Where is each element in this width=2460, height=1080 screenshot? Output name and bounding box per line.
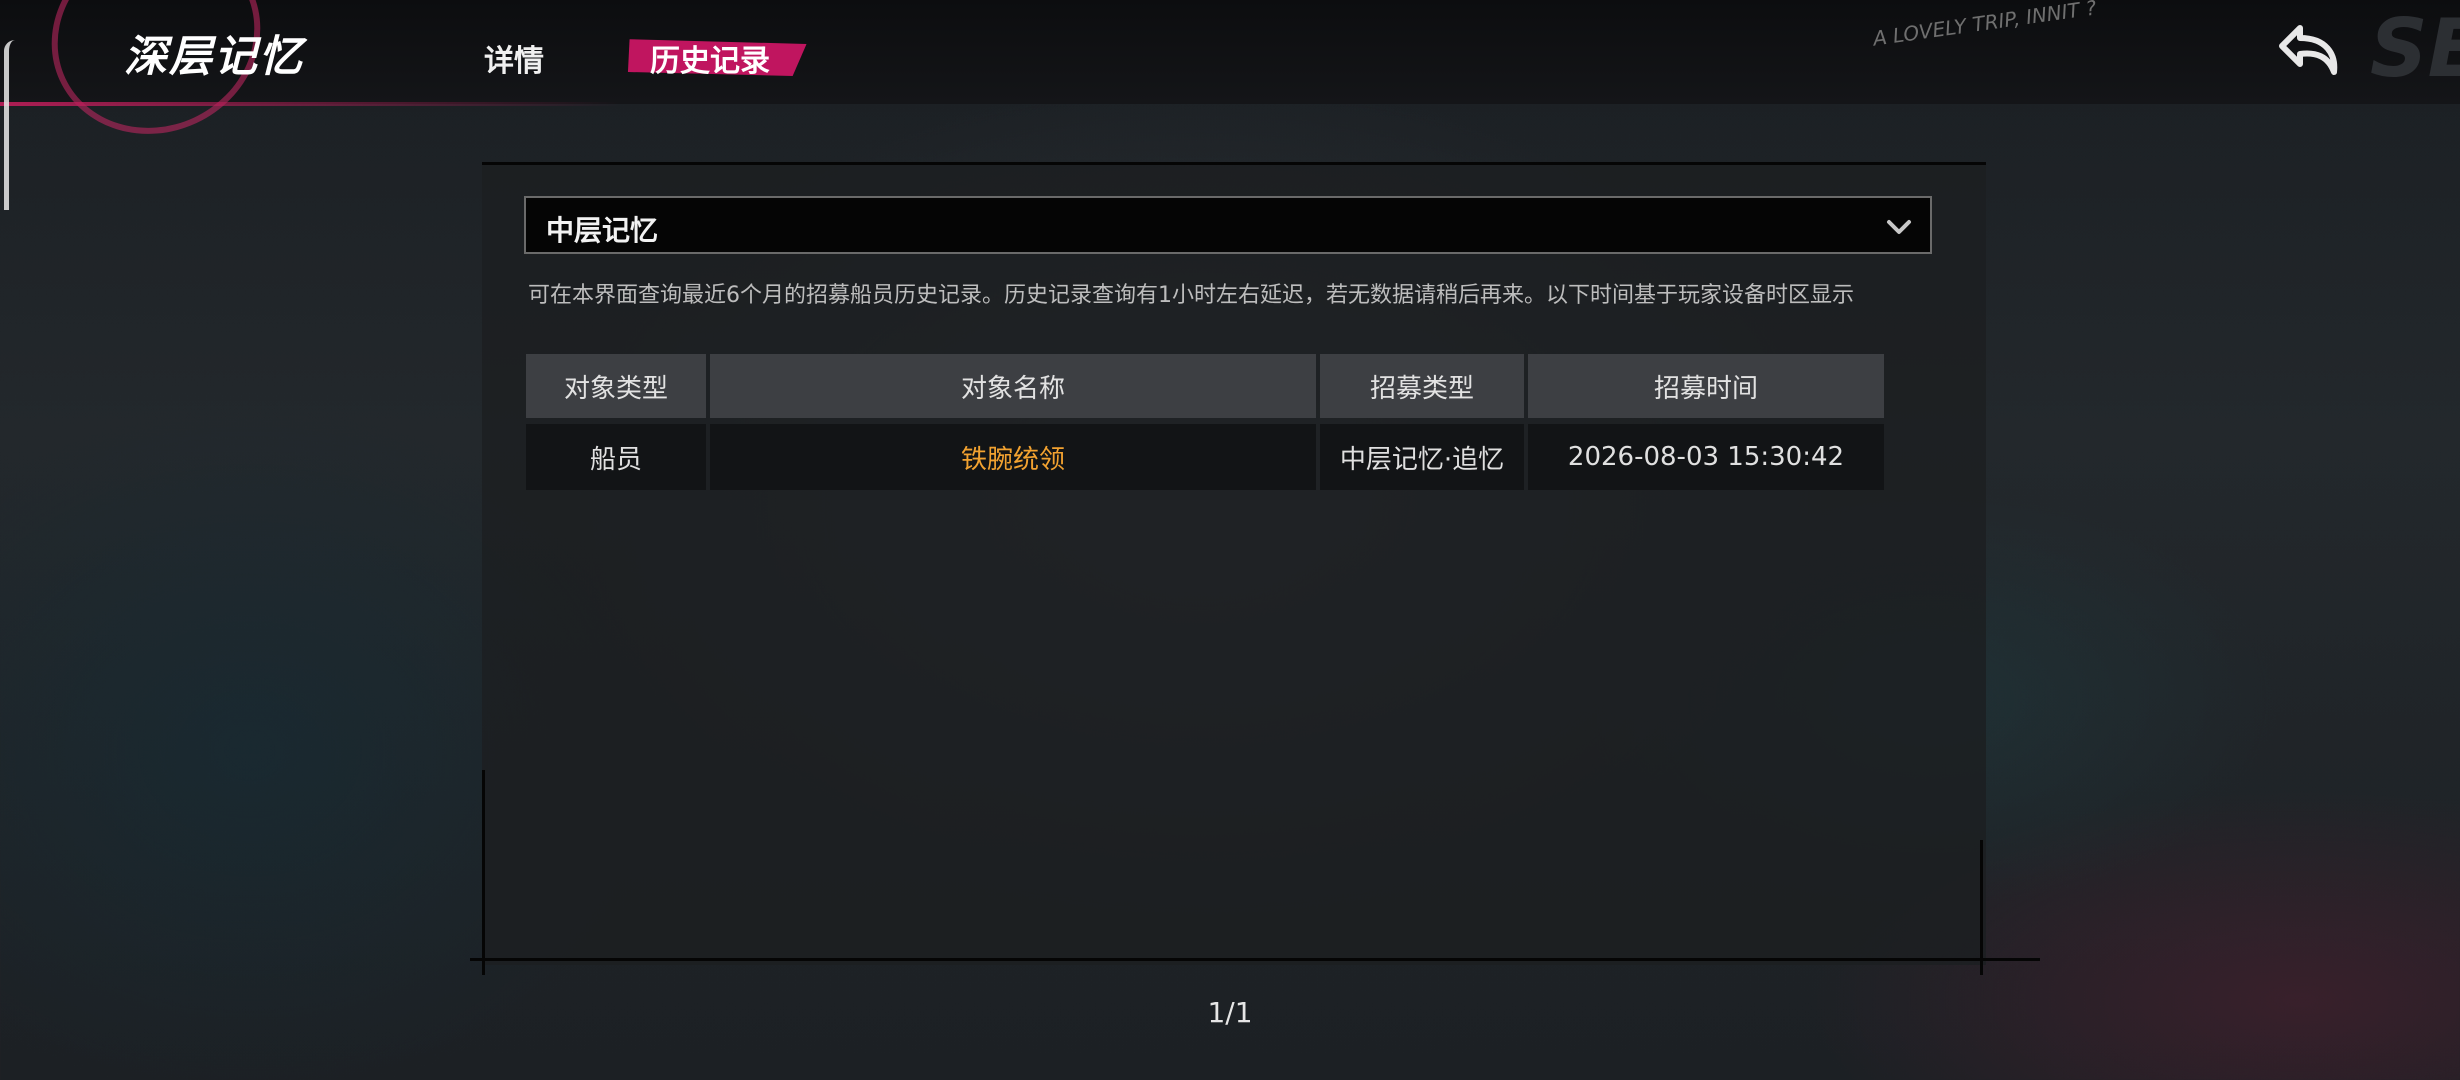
back-arrow-icon: [2279, 25, 2338, 75]
decorative-left-bar: [4, 40, 15, 210]
cell-recruit-time: 2026-08-03 15:30:42: [1528, 424, 1884, 490]
page-indicator: 1/1: [1207, 996, 1253, 1029]
panel-right-border: [1980, 840, 1983, 975]
cell-object-type: 船员: [526, 424, 706, 490]
back-button[interactable]: [2276, 22, 2346, 82]
table-row: 船员 铁腕统领 中层记忆·追忆 2026-08-03 15:30:42: [526, 424, 1936, 490]
select-value: 中层记忆: [546, 214, 659, 247]
table-header: 对象类型 对象名称 招募类型 招募时间: [526, 354, 1936, 418]
chevron-down-icon: [1887, 220, 1911, 234]
decorative-letters: SE: [2370, 2, 2460, 95]
tab-details[interactable]: 详情: [484, 36, 544, 80]
panel-left-border: [482, 770, 485, 975]
accent-line: [0, 102, 620, 106]
tab-history[interactable]: 历史记录: [650, 36, 770, 80]
panel-bottom-border: [470, 958, 2040, 961]
history-notice: 可在本界面查询最近6个月的招募船员历史记录。历史记录查询有1小时左右延迟，若无数…: [528, 283, 1854, 308]
header-recruit-type: 招募类型: [1320, 354, 1524, 418]
cell-recruit-type: 中层记忆·追忆: [1320, 424, 1524, 490]
cell-object-name: 铁腕统领: [710, 424, 1316, 490]
header-object-name: 对象名称: [710, 354, 1316, 418]
header-recruit-time: 招募时间: [1528, 354, 1884, 418]
header-object-type: 对象类型: [526, 354, 706, 418]
page-title: 深层记忆: [124, 32, 304, 82]
memory-layer-select[interactable]: 中层记忆: [524, 196, 1932, 254]
